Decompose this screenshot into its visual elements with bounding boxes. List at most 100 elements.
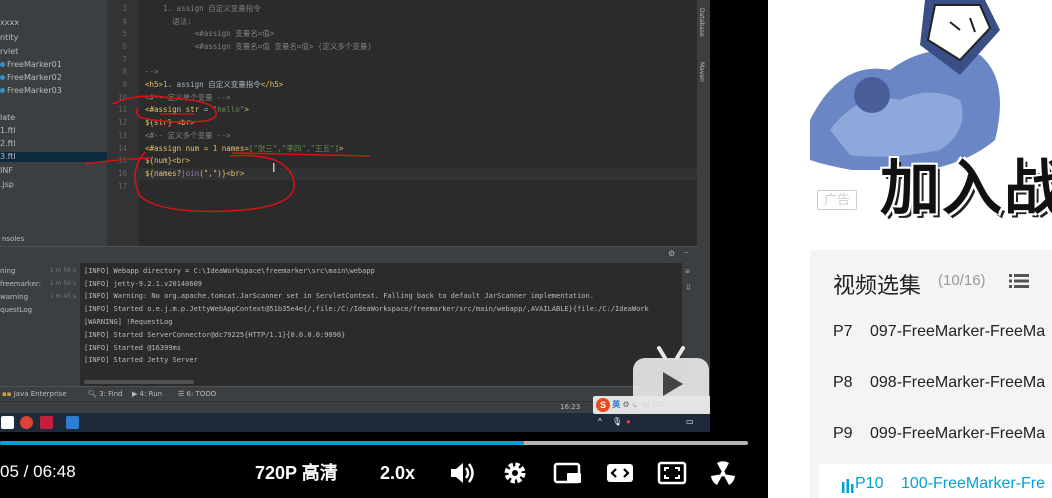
code-line: <#assign 变量名=值> [145, 29, 275, 38]
picture-in-picture-icon[interactable] [553, 459, 583, 487]
run-tree-item[interactable]: freemarker: 1 m 50 s [0, 279, 80, 289]
intellij-icon[interactable] [66, 416, 79, 429]
volume-icon[interactable] [447, 459, 477, 487]
run-tree: ning 1 m 56 s freemarker: 1 m 50 s warning… [0, 263, 80, 387]
tool-todo[interactable]: ☰ 6: TODO [178, 389, 216, 399]
now-playing-icon [842, 479, 854, 493]
tree-item[interactable]: 1.ftl [0, 126, 16, 136]
code-editor[interactable]: 3 4 5 6 7 8 9 10 11 12 13 14 15 16 17 1.… [107, 0, 697, 246]
console-output[interactable]: [INFO] Webapp directory = C:\IdeaWorkspa… [84, 263, 682, 387]
ad-label: 广告 [817, 190, 857, 210]
episode-item[interactable]: P9 099-FreeMarker-FreeMa [810, 414, 1052, 454]
database-tab[interactable]: Database [698, 8, 705, 37]
code-line: --> [145, 67, 159, 76]
speed-button[interactable]: 2.0x [380, 459, 415, 487]
line-number: 10 [117, 93, 127, 102]
console-line: [INFO] Warning: No org.apache.tomcat.Jar… [84, 292, 594, 300]
tree-item[interactable]: rvlet [0, 47, 18, 57]
quality-button[interactable]: 720P 高清 [255, 459, 338, 487]
code-line: 语法: [145, 17, 192, 26]
ime-language[interactable]: 英 [612, 400, 620, 409]
line-number: 4 [122, 17, 127, 26]
console-line: [INFO] Started o.e.j.m.p.JettyWebAppCont… [84, 305, 649, 313]
code-line: <#-- 定义多个变量 --> [145, 131, 231, 140]
mic-icon[interactable]: 🎙︎ [612, 417, 622, 426]
console-line: [INFO] Started Jetty Server [84, 356, 198, 364]
tree-item[interactable]: FreeMarker02 [0, 73, 62, 83]
wrap-icon[interactable]: ≡ [685, 267, 690, 276]
video-frame[interactable]: xxxx ntity rvlet FreeMarker01 FreeMarker… [0, 0, 710, 432]
play-button[interactable] [631, 346, 710, 412]
maven-tab[interactable]: Maven [698, 62, 705, 82]
chrome-icon[interactable] [20, 416, 33, 429]
console-scrollbar[interactable] [84, 380, 194, 384]
tree-item[interactable]: FreeMarker03 [0, 86, 62, 96]
tree-item[interactable]: xxxx [0, 18, 19, 28]
todo-icon: ☰ [178, 390, 187, 398]
playlist-title: 视频选集 [833, 273, 922, 298]
time-separator: / [23, 462, 29, 481]
line-number: 8 [122, 67, 127, 76]
list-view-icon[interactable] [1009, 273, 1029, 289]
class-icon [0, 88, 5, 93]
video-player[interactable]: xxxx ntity rvlet FreeMarker01 FreeMarker… [0, 0, 768, 498]
console-line: [INFO] jetty-9.2.1.v20140609 [84, 280, 203, 288]
line-number: 14 [117, 144, 127, 153]
tool-java-enterprise[interactable]: ▪▪ Java Enterprise [2, 389, 67, 399]
ad-headline: 加入战 [880, 155, 1052, 222]
minimize-icon[interactable]: − [684, 248, 689, 257]
record-icon[interactable]: ● [626, 417, 631, 426]
line-number: 13 [117, 131, 127, 140]
fullscreen-icon[interactable] [657, 459, 687, 487]
episode-playlist: 视频选集 (10/16) P7 097-FreeMarker-FreeMa P8… [810, 250, 1052, 498]
run-tree-item[interactable]: warning 1 m 45 s [0, 292, 80, 302]
tree-item[interactable]: FreeMarker01 [0, 60, 62, 70]
run-tree-item[interactable]: ning 1 m 56 s [0, 266, 80, 276]
episode-item[interactable]: P8 098-FreeMarker-FreeMa [810, 363, 1052, 403]
radiation-icon[interactable] [708, 459, 738, 487]
notification-icon[interactable]: ▭ [686, 417, 694, 426]
code-line: <#assign 变量名=值 变量名=值> (定义多个变量) [145, 42, 372, 51]
gear-icon[interactable]: ⚙ [668, 249, 675, 258]
time-display: 05 / 06:48 [0, 462, 76, 484]
tree-item[interactable]: .jsp [0, 180, 14, 190]
tree-item[interactable]: ntity [0, 33, 18, 43]
sogou-icon: S [596, 397, 610, 412]
line-number: 15 [117, 156, 127, 165]
line-number: 5 [122, 29, 127, 38]
tree-item-selected[interactable]: 3.ftl [0, 152, 107, 162]
progress-bar[interactable] [0, 441, 748, 445]
cursor-position: 16:23 [560, 403, 581, 411]
widescreen-icon[interactable] [605, 459, 635, 487]
current-time: 05 [0, 462, 19, 481]
tree-item[interactable]: late [0, 113, 15, 123]
line-number: 6 [122, 42, 127, 51]
java-enterprise-icon: ▪▪ [2, 390, 14, 398]
line-number: 11 [117, 105, 127, 114]
code-line: <#assign str = "hello"> [145, 105, 249, 114]
search-icon: 🔍︎ [88, 390, 100, 398]
line-number: 16 [117, 169, 127, 178]
consoles-label: nsoles [2, 235, 25, 243]
run-panel: ⚙ − ning 1 m 56 s freemarker: 1 m 50 s war… [0, 246, 697, 387]
tool-find[interactable]: 🔍︎ 3: Find [88, 389, 123, 399]
tree-item[interactable]: INF [0, 166, 13, 176]
tray-up-icon[interactable]: ^ [598, 417, 602, 426]
windows-taskbar: ^ 🎙︎ ● ▭ [0, 413, 710, 432]
tool-run[interactable]: ▶ 4: Run [132, 389, 162, 399]
line-number: 3 [122, 4, 127, 13]
app-icon[interactable] [40, 416, 53, 429]
code-line: ${num}<br> [145, 156, 191, 165]
settings-gear-icon[interactable] [500, 459, 530, 487]
file-explorer-icon[interactable] [1, 416, 14, 429]
duration: 06:48 [33, 462, 76, 481]
console-line: [WARNING] !RequestLog [84, 318, 173, 326]
run-tree-item[interactable]: questLog [0, 305, 80, 315]
tree-item[interactable]: 2.ftl [0, 139, 16, 149]
playlist-count: (10/16) [938, 272, 986, 289]
scroll-end-icon[interactable]: ⇩ [685, 283, 692, 292]
episode-item-active[interactable]: P10 100-FreeMarker-Fre [819, 464, 1052, 498]
episode-item[interactable]: P7 097-FreeMarker-FreeMa [810, 312, 1052, 352]
class-icon [0, 62, 5, 67]
console-line: [INFO] Webapp directory = C:\IdeaWorkspa… [84, 267, 375, 275]
